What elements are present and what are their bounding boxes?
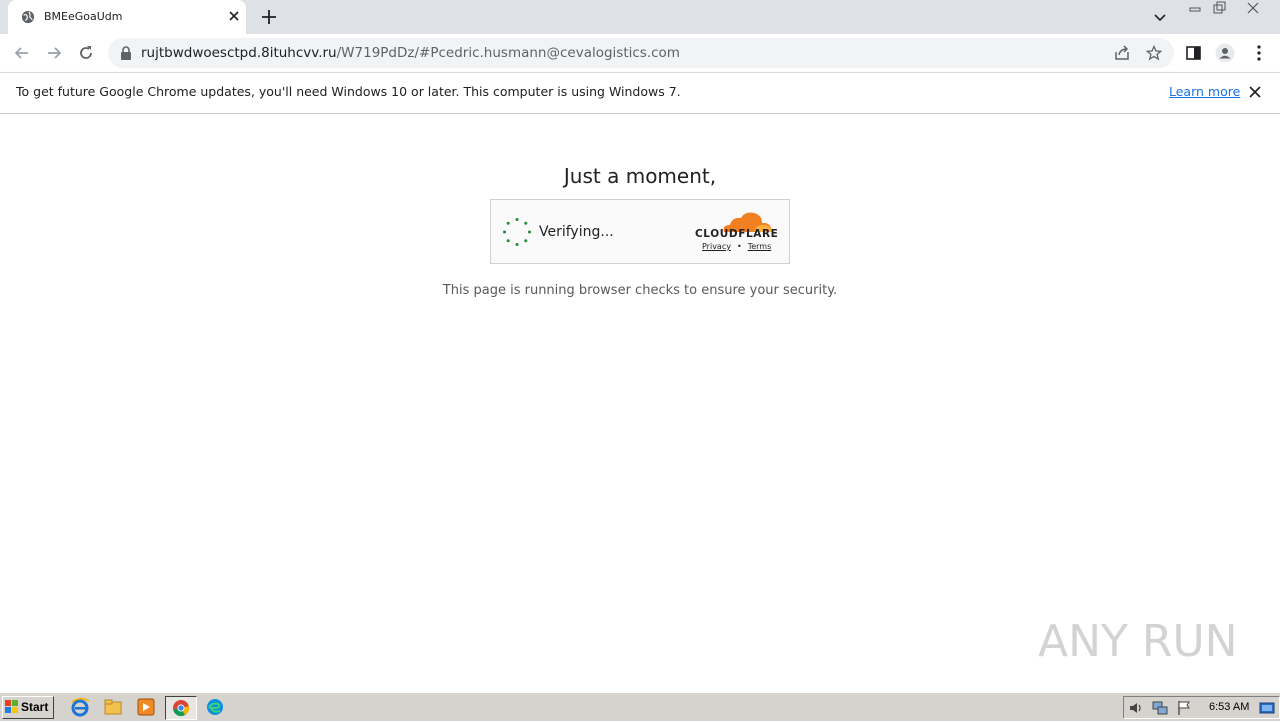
page-heading: Just a moment, xyxy=(563,164,717,188)
profile-avatar-icon[interactable] xyxy=(1215,43,1235,63)
action-center-flag-icon[interactable] xyxy=(1176,700,1192,716)
show-desktop-icon[interactable] xyxy=(1259,700,1275,716)
back-icon[interactable] xyxy=(12,43,32,63)
file-explorer-icon[interactable] xyxy=(102,696,124,718)
media-player-icon[interactable] xyxy=(135,696,157,718)
close-tab-icon[interactable] xyxy=(226,8,242,24)
globe-icon xyxy=(21,10,35,24)
close-infobar-icon[interactable] xyxy=(1248,85,1262,99)
windows-flag-icon xyxy=(5,700,18,713)
close-window-button[interactable] xyxy=(1242,1,1264,15)
challenge-widget[interactable]: Verifying... CLOUDFLARE Privacy • Terms xyxy=(490,199,790,264)
edge-icon[interactable] xyxy=(204,696,226,718)
system-tray: 6:53 AM xyxy=(1123,696,1280,719)
share-icon[interactable] xyxy=(1114,45,1130,61)
privacy-link[interactable]: Privacy xyxy=(702,242,731,251)
spinner-icon xyxy=(503,218,531,246)
chrome-taskbar-button[interactable] xyxy=(165,696,197,720)
restore-button[interactable] xyxy=(1208,1,1230,15)
cloudflare-wordmark: CLOUDFLARE xyxy=(695,228,779,240)
reload-icon[interactable] xyxy=(76,43,96,63)
anyrun-watermark: ANY RUN xyxy=(1038,616,1234,667)
browser-tab[interactable]: BMEeGoaUdm xyxy=(8,0,246,34)
link-separator: • xyxy=(736,242,742,251)
page-content: Just a moment, Verifying... CLOUDFLARE P… xyxy=(0,114,1280,692)
infobar-message: To get future Google Chrome updates, you… xyxy=(16,84,681,99)
minimize-button[interactable] xyxy=(1184,1,1206,15)
url-text[interactable]: rujtbwdwoesctpd.8ituhcvv.ru/W719PdDz/#Pc… xyxy=(141,45,680,61)
start-label: Start xyxy=(21,700,49,714)
speaker-icon[interactable] xyxy=(1128,700,1144,716)
cloudflare-links: Privacy • Terms xyxy=(702,242,771,251)
forward-icon[interactable] xyxy=(44,43,64,63)
chevron-down-icon[interactable] xyxy=(1152,9,1168,25)
url-host: rujtbwdwoesctpd.8ituhcvv.ru xyxy=(141,45,337,61)
clock-time[interactable]: 6:53 AM xyxy=(1209,701,1249,713)
menu-dots-icon[interactable] xyxy=(1249,43,1269,63)
tab-strip: BMEeGoaUdm xyxy=(0,0,1280,34)
update-infobar: To get future Google Chrome updates, you… xyxy=(0,72,1280,114)
new-tab-icon[interactable] xyxy=(260,8,278,26)
network-icon[interactable] xyxy=(1152,700,1168,716)
verifying-text: Verifying... xyxy=(539,224,614,240)
start-button[interactable]: Start xyxy=(2,696,54,719)
address-bar[interactable]: rujtbwdwoesctpd.8ituhcvv.ru/W719PdDz/#Pc… xyxy=(108,38,1174,68)
learn-more-link[interactable]: Learn more xyxy=(1169,84,1240,99)
watermark-text: ANY RUN xyxy=(1038,616,1234,667)
security-check-text: This page is running browser checks to e… xyxy=(442,283,838,298)
browser-toolbar: rujtbwdwoesctpd.8ituhcvv.ru/W719PdDz/#Pc… xyxy=(0,34,1280,72)
windows-taskbar: Start 6:53 AM xyxy=(0,692,1280,721)
chrome-icon xyxy=(173,700,190,717)
side-panel-icon[interactable] xyxy=(1184,43,1204,63)
lock-icon[interactable] xyxy=(120,46,132,60)
url-path: /W719PdDz/#Pcedric.husmann@cevalogistics… xyxy=(336,45,680,61)
internet-explorer-icon[interactable] xyxy=(69,696,91,718)
terms-link[interactable]: Terms xyxy=(748,242,772,251)
tab-title: BMEeGoaUdm xyxy=(44,10,123,23)
bookmark-star-icon[interactable] xyxy=(1146,45,1162,61)
